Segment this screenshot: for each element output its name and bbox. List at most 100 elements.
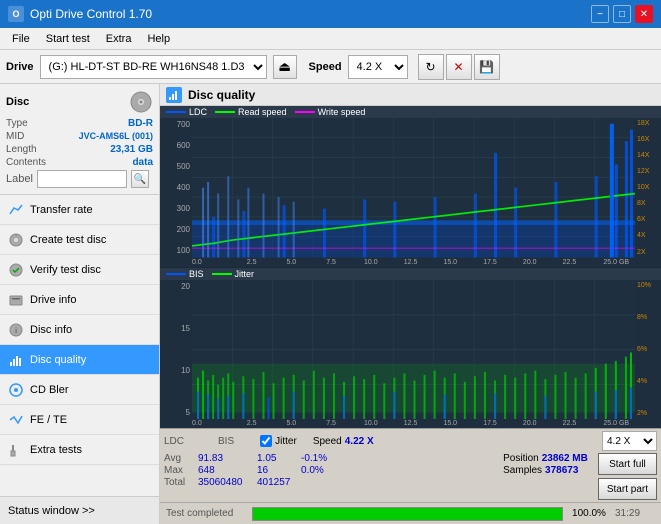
samples-label: Samples xyxy=(503,465,542,476)
y-bot-20: 20 xyxy=(181,282,190,291)
max-label: Max xyxy=(164,465,194,476)
y-right-4pct: 4% xyxy=(637,378,647,385)
charts-area: LDC Read speed Write speed 700 xyxy=(160,106,661,428)
app-icon: O xyxy=(8,6,24,22)
window-controls: − □ ✕ xyxy=(591,5,653,23)
drive-selector[interactable]: (G:) HL-DT-ST BD-RE WH16NS48 1.D3 xyxy=(40,55,267,79)
disc-info-icon: i xyxy=(8,322,24,338)
minimize-button[interactable]: − xyxy=(591,5,609,23)
sidebar-item-extra-tests[interactable]: Extra tests xyxy=(0,435,159,465)
sidebar-item-drive-info[interactable]: Drive info xyxy=(0,285,159,315)
top-x-axis: 0.0 2.5 5.0 7.5 10.0 12.5 15.0 17.5 20.0… xyxy=(160,258,661,267)
contents-value: data xyxy=(132,157,153,168)
bottom-x-axis: 0.0 2.5 5.0 7.5 10.0 12.5 15.0 17.5 20.0… xyxy=(160,419,661,428)
start-part-button[interactable]: Start part xyxy=(598,478,657,500)
sidebar-item-create-test-disc[interactable]: + Create test disc xyxy=(0,225,159,255)
disc-title: Disc xyxy=(6,96,29,108)
progress-area: Test completed 100.0% 31:29 xyxy=(160,502,661,524)
create-disc-icon: + xyxy=(8,232,24,248)
menu-start-test[interactable]: Start test xyxy=(38,31,98,47)
write-speed-legend: Write speed xyxy=(318,107,366,117)
cd-bler-label: CD Bler xyxy=(30,384,69,396)
transfer-rate-label: Transfer rate xyxy=(30,204,93,216)
menu-help[interactable]: Help xyxy=(139,31,178,47)
fe-te-label: FE / TE xyxy=(30,414,67,426)
close-button[interactable]: ✕ xyxy=(635,5,653,23)
y-bot-15: 15 xyxy=(181,324,190,333)
disc-quality-title: Disc quality xyxy=(188,88,255,102)
max-jitter: 0.0% xyxy=(301,465,341,476)
sidebar-item-cd-bler[interactable]: CD Bler xyxy=(0,375,159,405)
status-window-button[interactable]: Status window >> xyxy=(0,496,159,524)
length-value: 23,31 GB xyxy=(110,144,153,155)
y-right-10x: 10X xyxy=(637,184,649,191)
total-label: Total xyxy=(164,477,194,488)
y-right-8pct: 8% xyxy=(637,314,647,321)
y-top-400: 400 xyxy=(177,183,190,192)
drive-label: Drive xyxy=(6,61,34,73)
length-label: Length xyxy=(6,144,37,155)
disc-icon xyxy=(129,90,153,114)
disc-quality-header: Disc quality xyxy=(160,84,661,106)
read-speed-legend: Read speed xyxy=(238,107,287,117)
sidebar-item-disc-quality[interactable]: Disc quality xyxy=(0,345,159,375)
y-top-700: 700 xyxy=(177,120,190,129)
start-full-button[interactable]: Start full xyxy=(598,453,657,475)
progress-bar-fill xyxy=(253,508,562,520)
y-top-600: 600 xyxy=(177,141,190,150)
total-ldc: 35060480 xyxy=(198,477,253,488)
y-top-500: 500 xyxy=(177,162,190,171)
type-value: BD-R xyxy=(128,118,153,129)
y-bot-10: 10 xyxy=(181,366,190,375)
drive-bar: Drive (G:) HL-DT-ST BD-RE WH16NS48 1.D3 … xyxy=(0,50,661,84)
bottom-chart-legend: BIS Jitter xyxy=(160,268,661,280)
fe-te-icon xyxy=(8,412,24,428)
status-window-label: Status window >> xyxy=(8,505,95,517)
sidebar-item-transfer-rate[interactable]: Transfer rate xyxy=(0,195,159,225)
speed-selector[interactable]: 4.2 X xyxy=(348,55,408,79)
max-bis: 16 xyxy=(257,465,297,476)
menu-extra[interactable]: Extra xyxy=(98,31,140,47)
stats-area: LDC BIS Jitter Speed 4.22 X 4.2 X xyxy=(160,428,661,502)
y-top-300: 300 xyxy=(177,204,190,213)
eject-button[interactable]: ⏏ xyxy=(273,55,297,79)
y-right-18x: 18X xyxy=(637,120,649,127)
sidebar: Disc Type BD-R MID JVC-AMS6L (001) Lengt… xyxy=(0,84,160,524)
app-title: Opti Drive Control 1.70 xyxy=(30,7,152,21)
clear-button[interactable]: ✕ xyxy=(446,54,472,80)
sidebar-item-fe-te[interactable]: FE / TE xyxy=(0,405,159,435)
speed-label: Speed xyxy=(309,61,342,73)
progress-bar-container xyxy=(252,507,563,521)
y-right-4x: 4X xyxy=(637,232,646,239)
bottom-chart-svg xyxy=(192,280,635,420)
maximize-button[interactable]: □ xyxy=(613,5,631,23)
drive-info-icon xyxy=(8,292,24,308)
disc-label-input[interactable] xyxy=(37,170,127,188)
disc-label-button[interactable]: 🔍 xyxy=(131,170,149,188)
extra-tests-icon xyxy=(8,442,24,458)
top-chart-svg xyxy=(192,118,635,258)
export-button[interactable]: 💾 xyxy=(474,54,500,80)
y-right-16x: 16X xyxy=(637,136,649,143)
sidebar-item-disc-info[interactable]: i Disc info xyxy=(0,315,159,345)
refresh-button[interactable]: ↻ xyxy=(418,54,444,80)
y-right-2pct: 2% xyxy=(637,410,647,417)
speed-combo-selector[interactable]: 4.2 X xyxy=(602,431,657,451)
avg-jitter: -0.1% xyxy=(301,453,341,464)
verify-disc-icon xyxy=(8,262,24,278)
drive-info-label: Drive info xyxy=(30,294,76,306)
menu-file[interactable]: File xyxy=(4,31,38,47)
status-text: Test completed xyxy=(166,508,246,519)
progress-time: 31:29 xyxy=(615,508,655,519)
disc-quality-label: Disc quality xyxy=(30,354,86,366)
mid-label: MID xyxy=(6,131,24,142)
jitter-checkbox[interactable] xyxy=(260,435,272,447)
avg-ldc: 91.83 xyxy=(198,453,253,464)
verify-test-disc-label: Verify test disc xyxy=(30,264,101,276)
y-right-2x: 2X xyxy=(637,249,646,256)
top-chart-legend: LDC Read speed Write speed xyxy=(160,106,661,118)
sidebar-item-verify-test-disc[interactable]: Verify test disc xyxy=(0,255,159,285)
max-ldc: 648 xyxy=(198,465,253,476)
disc-quality-icon xyxy=(8,352,24,368)
y-bot-5: 5 xyxy=(186,408,190,417)
